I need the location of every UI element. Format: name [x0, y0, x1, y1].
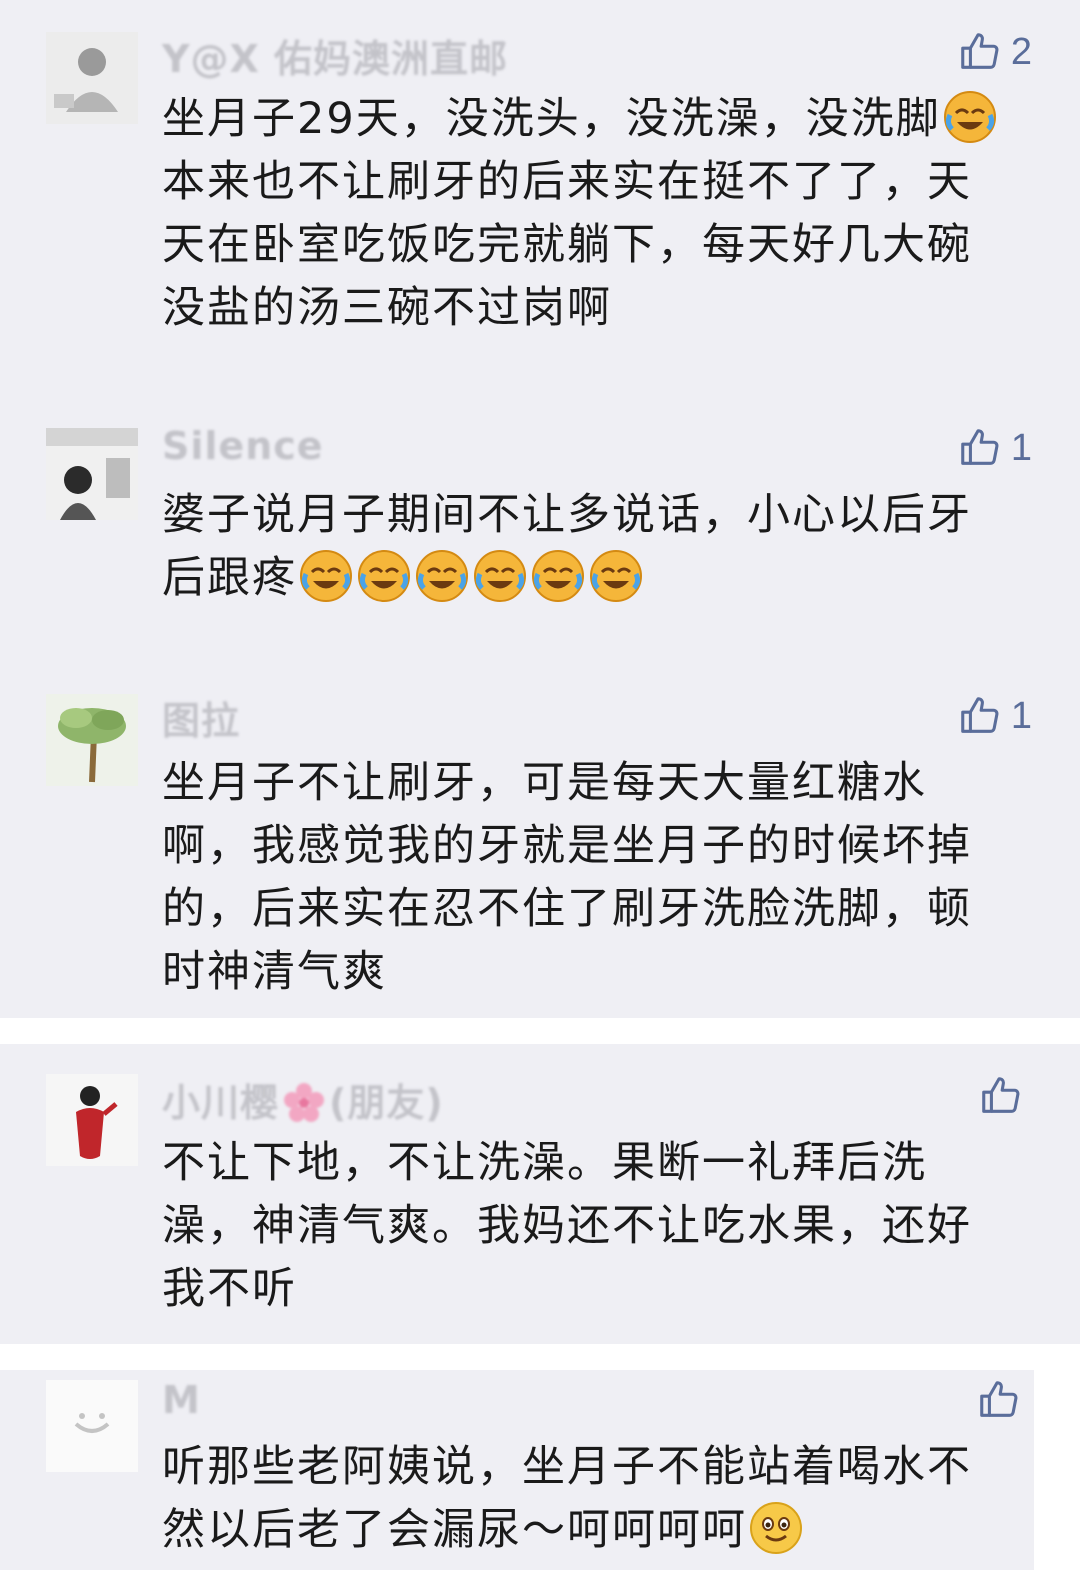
face-with-tears-of-joy-icon [474, 550, 526, 602]
comment-text: 听那些老阿姨说，坐月子不能站着喝水不然以后老了会漏尿～呵呵呵呵 [162, 1436, 1002, 1562]
cherry-blossom-icon [284, 1083, 325, 1122]
thumbs-up-icon [980, 1381, 1018, 1417]
comment-username[interactable]: Silence [162, 424, 324, 468]
like-button[interactable]: 2 [957, 26, 1032, 78]
comment-username[interactable]: 小川樱 (朋友) [162, 1072, 444, 1127]
comment-panel-1: Y@X 佑妈澳洲直邮 2 坐月子29天，没洗头，没洗澡，没洗脚本来也不让刷牙的后… [0, 0, 1080, 1018]
panel-divider [0, 1344, 1080, 1370]
like-button[interactable]: 1 [957, 422, 1032, 474]
thumbs-up-icon [961, 429, 999, 465]
avatar[interactable] [46, 694, 138, 786]
avatar[interactable] [46, 1074, 138, 1166]
comment-panel-2: 小川樱 (朋友) 不让下地，不让洗澡。果断一礼拜后洗澡，神清气爽。我妈还不让吃水果… [0, 1044, 1080, 1344]
avatar[interactable] [46, 428, 138, 520]
like-button[interactable] [976, 1374, 1030, 1426]
comment-text: 不让下地，不让洗澡。果断一礼拜后洗澡，神清气爽。我妈还不让吃水果，还好我不听 [162, 1138, 972, 1314]
face-with-tears-of-joy-icon [416, 550, 468, 602]
like-button[interactable] [978, 1070, 1032, 1122]
like-button[interactable]: 1 [957, 690, 1032, 742]
thumbs-up-icon [961, 697, 999, 733]
comment-text-part: 听那些老阿姨说，坐月子不能站着喝水不然以后老了会漏尿～呵呵呵呵 [162, 1442, 972, 1555]
smiling-face-icon [750, 1502, 802, 1554]
like-count: 1 [1010, 694, 1032, 737]
comment-username[interactable]: M [162, 1378, 201, 1422]
comment-text: 婆子说月子期间不让多说话，小心以后牙后跟疼 [162, 484, 1002, 610]
face-with-tears-of-joy-icon [532, 550, 584, 602]
face-with-tears-of-joy-icon [358, 550, 410, 602]
thumbs-up-icon [961, 33, 999, 69]
avatar[interactable] [46, 1380, 138, 1472]
face-with-tears-of-joy-icon [590, 550, 642, 602]
comment-username[interactable]: Y@X 佑妈澳洲直邮 [162, 28, 508, 83]
comment-panel-3: M 听那些老阿姨说，坐月子不能站着喝水不然以后老了会漏尿～呵呵呵呵 [0, 1370, 1034, 1570]
like-count: 2 [1010, 30, 1032, 73]
thumbs-up-icon [982, 1077, 1020, 1113]
panel-divider [0, 1018, 1080, 1044]
face-with-tears-of-joy-icon [943, 91, 996, 143]
emoji-group [297, 550, 645, 603]
face-with-tears-of-joy-icon [300, 550, 352, 602]
comment-text-part: 本来也不让刷牙的后来实在挺不了了，天天在卧室吃饭吃完就躺下，每天好几大碗没盐的汤… [162, 157, 972, 333]
comment-username-part: 小川樱 [162, 1081, 280, 1125]
comment-username-part: (朋友) [329, 1081, 444, 1125]
comment-username[interactable]: 图拉 [162, 690, 240, 745]
avatar[interactable] [46, 32, 138, 124]
comment-text: 坐月子不让刷牙，可是每天大量红糖水啊，我感觉我的牙就是坐月子的时候坏掉的，后来实… [162, 758, 972, 997]
like-count: 1 [1010, 426, 1032, 469]
comment-text-part: 坐月子29天，没洗头，没洗澡，没洗脚 [162, 94, 941, 144]
comment-text: 坐月子29天，没洗头，没洗澡，没洗脚本来也不让刷牙的后来实在挺不了了，天天在卧室… [162, 88, 1002, 340]
